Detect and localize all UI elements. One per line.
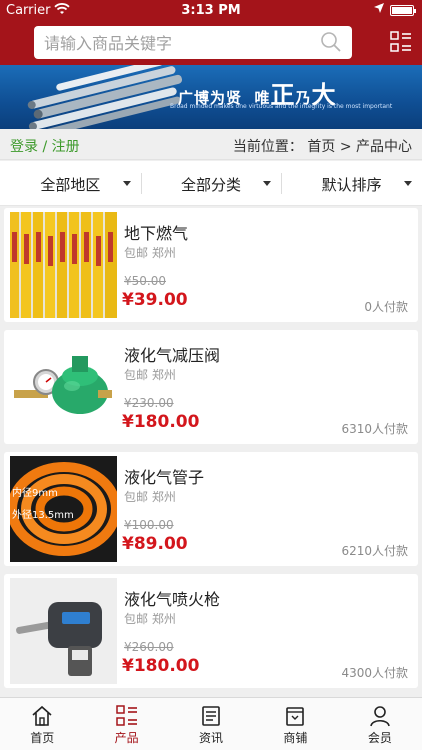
- product-title: 液化气管子: [124, 468, 205, 487]
- product-shipping: 包邮 郑州: [124, 612, 176, 626]
- product-old-price: ¥100.00: [124, 518, 174, 532]
- auth-links: 登录 / 注册: [10, 136, 80, 156]
- search-input[interactable]: [44, 32, 304, 54]
- product-card[interactable]: 液化气喷火枪 包邮 郑州 ¥260.00 ¥180.00 4300人付款: [4, 574, 418, 688]
- news-icon: [202, 706, 220, 726]
- product-title: 地下燃气: [124, 224, 189, 243]
- search-box[interactable]: [34, 26, 352, 59]
- product-price: ¥89.00: [122, 534, 188, 554]
- filter-bar: 全部地区 全部分类 默认排序: [0, 161, 422, 206]
- tab-products[interactable]: 产品: [84, 698, 168, 750]
- search-icon[interactable]: [320, 31, 342, 53]
- product-title: 液化气喷火枪: [124, 590, 221, 609]
- product-shipping: 包邮 郑州: [124, 368, 176, 382]
- filter-category[interactable]: 全部分类: [140, 161, 282, 205]
- battery-icon: [390, 5, 416, 16]
- status-bar: Carrier 3:13 PM: [0, 0, 422, 20]
- product-sold-count: 6310人付款: [341, 422, 408, 436]
- product-list-icon: [115, 705, 137, 726]
- tab-products-label: 产品: [114, 731, 139, 745]
- product-price: ¥180.00: [122, 656, 200, 676]
- pipes-illustration: [27, 65, 183, 129]
- product-image-pressure-valve: [10, 334, 117, 440]
- product-card[interactable]: 内径9mm 外径13.5mm 液化气管子 包邮 郑州 ¥100.00 ¥89.0…: [4, 452, 418, 566]
- product-price: ¥39.00: [122, 290, 188, 310]
- tab-home-label: 首页: [30, 731, 55, 745]
- filter-region[interactable]: 全部地区: [0, 161, 141, 205]
- shop-icon: [286, 707, 305, 726]
- product-image-marker-posts: [10, 212, 117, 318]
- product-sold-count: 0人付款: [364, 300, 408, 314]
- hose-inner-diameter-label: 内径9mm: [12, 486, 58, 499]
- bottom-tab-bar: 首页 产品 资讯 商铺 会员: [0, 697, 422, 750]
- filter-sort[interactable]: 默认排序: [281, 161, 422, 205]
- tab-news-label: 资讯: [199, 731, 224, 745]
- product-sold-count: 6210人付款: [341, 544, 408, 558]
- grid-menu-icon[interactable]: [390, 31, 412, 53]
- tab-shop-label: 商铺: [283, 731, 308, 745]
- home-icon: [32, 705, 52, 726]
- header: [0, 20, 422, 65]
- product-shipping: 包邮 郑州: [124, 246, 176, 260]
- clock: 3:13 PM: [181, 3, 241, 18]
- tab-shop[interactable]: 商铺: [253, 698, 337, 750]
- tab-member-label: 会员: [367, 731, 392, 745]
- login-link[interactable]: 登录: [10, 139, 38, 155]
- breadcrumb-arrow: >: [339, 139, 352, 155]
- caret-down-icon: [122, 181, 131, 186]
- breadcrumb: 当前位置： 首页 > 产品中心: [233, 136, 412, 156]
- caret-down-icon: [263, 181, 272, 186]
- filter-category-label: 全部分类: [181, 176, 242, 194]
- product-shipping: 包邮 郑州: [124, 490, 176, 504]
- product-old-price: ¥260.00: [124, 640, 174, 654]
- member-icon: [370, 706, 390, 727]
- tab-member[interactable]: 会员: [338, 698, 422, 750]
- product-price: ¥180.00: [122, 412, 200, 432]
- filter-sort-label: 默认排序: [321, 176, 382, 194]
- product-old-price: ¥50.00: [124, 274, 166, 288]
- product-card[interactable]: 液化气减压阀 包邮 郑州 ¥230.00 ¥180.00 6310人付款: [4, 330, 418, 444]
- promo-banner[interactable]: 广博为贤 唯正乃大 Broad minded makes one virtuou…: [0, 65, 422, 129]
- breadcrumb-home[interactable]: 首页: [307, 139, 335, 155]
- product-title: 液化气减压阀: [124, 346, 221, 365]
- product-old-price: ¥230.00: [124, 396, 174, 410]
- product-image-gas-hose: 内径9mm 外径13.5mm: [10, 456, 117, 562]
- breadcrumb-bar: 登录 / 注册 当前位置： 首页 > 产品中心: [0, 129, 422, 160]
- tab-news[interactable]: 资讯: [169, 698, 253, 750]
- product-sold-count: 4300人付款: [341, 666, 408, 680]
- product-image-torch-gun: [10, 578, 117, 684]
- hose-outer-diameter-label: 外径13.5mm: [12, 508, 74, 521]
- banner-tagline: Broad minded makes one virtuous and the …: [170, 103, 393, 110]
- filter-region-label: 全部地区: [40, 176, 101, 194]
- auth-separator: /: [42, 139, 48, 155]
- breadcrumb-current: 产品中心: [356, 139, 412, 155]
- location-arrow-icon: [374, 3, 384, 13]
- tab-home[interactable]: 首页: [0, 698, 84, 750]
- product-card[interactable]: 地下燃气 包邮 郑州 ¥50.00 ¥39.00 0人付款: [4, 208, 418, 322]
- location-label: 当前位置：: [232, 139, 303, 155]
- register-link[interactable]: 注册: [52, 139, 80, 155]
- caret-down-icon: [404, 181, 413, 186]
